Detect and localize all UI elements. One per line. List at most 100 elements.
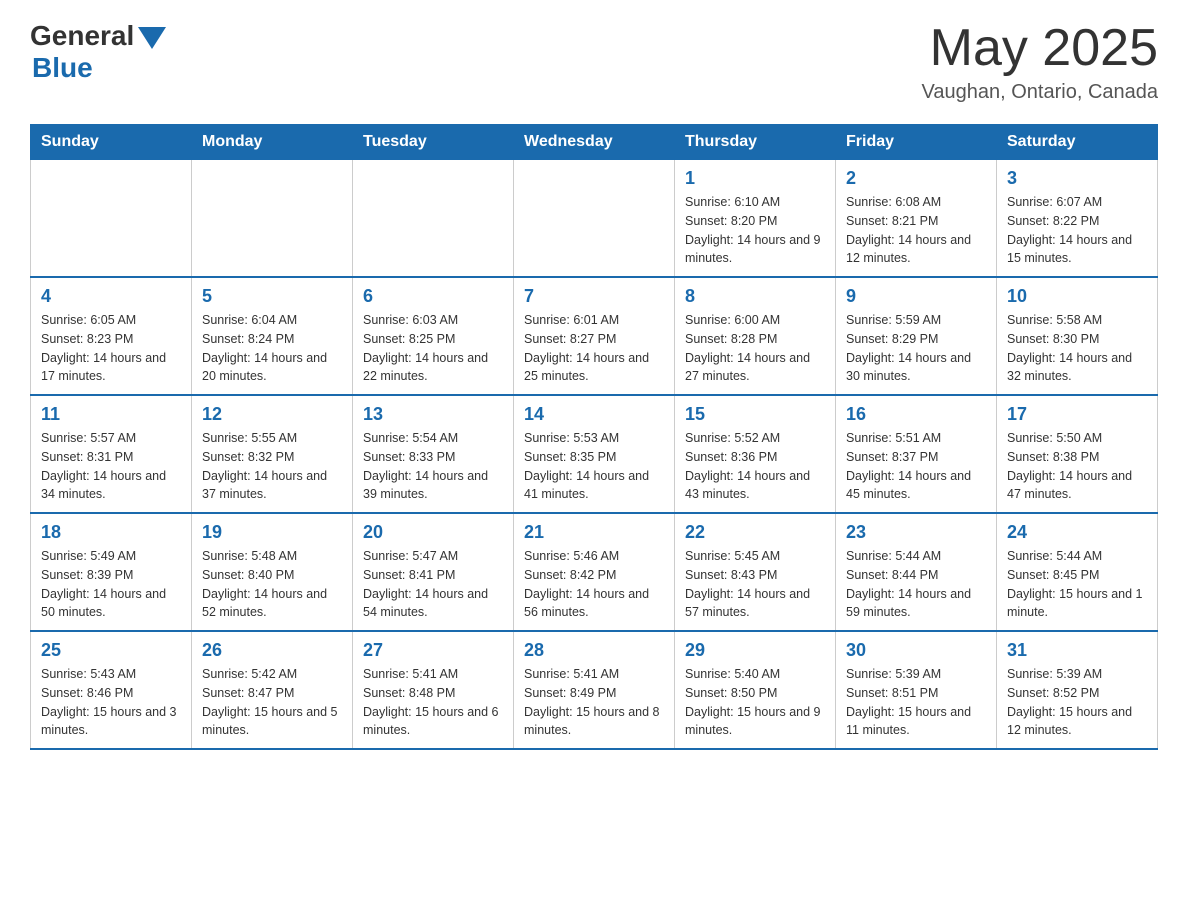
calendar-cell [192,160,353,278]
day-info: Sunrise: 6:10 AMSunset: 8:20 PMDaylight:… [685,193,825,268]
calendar-cell: 27 Sunrise: 5:41 AMSunset: 8:48 PMDayligh… [353,631,514,749]
calendar-cell: 7 Sunrise: 6:01 AMSunset: 8:27 PMDaylight… [514,277,675,395]
day-info: Sunrise: 5:42 AMSunset: 8:47 PMDaylight:… [202,665,342,740]
calendar-cell: 29Sunrise: 5:40 AMSunset: 8:50 PMDayligh… [675,631,836,749]
day-info: Sunrise: 6:01 AMSunset: 8:27 PMDaylight:… [524,311,664,386]
day-of-week-friday: Friday [836,125,997,160]
day-number: 28 [524,640,664,661]
calendar-cell: 22Sunrise: 5:45 AMSunset: 8:43 PMDayligh… [675,513,836,631]
day-of-week-monday: Monday [192,125,353,160]
day-number: 5 [202,286,342,307]
calendar-cell: 20 Sunrise: 5:47 AMSunset: 8:41 PMDayligh… [353,513,514,631]
day-info: Sunrise: 6:00 AMSunset: 8:28 PMDaylight:… [685,311,825,386]
calendar-cell: 21Sunrise: 5:46 AMSunset: 8:42 PMDayligh… [514,513,675,631]
calendar-cell: 10Sunrise: 5:58 AMSunset: 8:30 PMDayligh… [997,277,1158,395]
day-number: 27 [363,640,503,661]
calendar-cell: 11 Sunrise: 5:57 AMSunset: 8:31 PMDayligh… [31,395,192,513]
day-info: Sunrise: 5:43 AMSunset: 8:46 PMDaylight:… [41,665,181,740]
calendar-cell: 1Sunrise: 6:10 AMSunset: 8:20 PMDaylight… [675,160,836,278]
day-info: Sunrise: 5:57 AMSunset: 8:31 PMDaylight:… [41,429,181,504]
day-number: 8 [685,286,825,307]
calendar-cell [353,160,514,278]
calendar-cell: 30Sunrise: 5:39 AMSunset: 8:51 PMDayligh… [836,631,997,749]
day-info: Sunrise: 5:48 AMSunset: 8:40 PMDaylight:… [202,547,342,622]
day-of-week-sunday: Sunday [31,125,192,160]
day-info: Sunrise: 6:03 AMSunset: 8:25 PMDaylight:… [363,311,503,386]
day-of-week-tuesday: Tuesday [353,125,514,160]
day-of-week-thursday: Thursday [675,125,836,160]
day-number: 4 [41,286,181,307]
calendar-cell: 28 Sunrise: 5:41 AMSunset: 8:49 PMDayligh… [514,631,675,749]
calendar-cell: 13 Sunrise: 5:54 AMSunset: 8:33 PMDayligh… [353,395,514,513]
calendar-cell: 23 Sunrise: 5:44 AMSunset: 8:44 PMDayligh… [836,513,997,631]
day-number: 7 [524,286,664,307]
calendar-cell [31,160,192,278]
day-number: 13 [363,404,503,425]
calendar-cell: 2Sunrise: 6:08 AMSunset: 8:21 PMDaylight… [836,160,997,278]
logo-triangle-icon [138,27,166,49]
calendar-cell: 31Sunrise: 5:39 AMSunset: 8:52 PMDayligh… [997,631,1158,749]
day-number: 18 [41,522,181,543]
week-row-5: 25 Sunrise: 5:43 AMSunset: 8:46 PMDayligh… [31,631,1158,749]
day-number: 20 [363,522,503,543]
day-number: 9 [846,286,986,307]
day-number: 24 [1007,522,1147,543]
calendar-cell: 5 Sunrise: 6:04 AMSunset: 8:24 PMDaylight… [192,277,353,395]
day-info: Sunrise: 5:53 AMSunset: 8:35 PMDaylight:… [524,429,664,504]
day-info: Sunrise: 5:47 AMSunset: 8:41 PMDaylight:… [363,547,503,622]
day-info: Sunrise: 5:44 AMSunset: 8:45 PMDaylight:… [1007,547,1147,622]
calendar-cell: 14Sunrise: 5:53 AMSunset: 8:35 PMDayligh… [514,395,675,513]
calendar-cell: 26 Sunrise: 5:42 AMSunset: 8:47 PMDayligh… [192,631,353,749]
calendar-header: SundayMondayTuesdayWednesdayThursdayFrid… [31,125,1158,160]
day-number: 31 [1007,640,1147,661]
day-number: 21 [524,522,664,543]
day-number: 30 [846,640,986,661]
week-row-4: 18 Sunrise: 5:49 AMSunset: 8:39 PMDayligh… [31,513,1158,631]
logo-general-text: General [30,20,134,52]
day-number: 23 [846,522,986,543]
logo-blue-text: Blue [32,52,93,84]
day-info: Sunrise: 5:41 AMSunset: 8:48 PMDaylight:… [363,665,503,740]
calendar-cell: 16 Sunrise: 5:51 AMSunset: 8:37 PMDayligh… [836,395,997,513]
calendar-cell: 17Sunrise: 5:50 AMSunset: 8:38 PMDayligh… [997,395,1158,513]
calendar-cell: 24 Sunrise: 5:44 AMSunset: 8:45 PMDayligh… [997,513,1158,631]
day-number: 16 [846,404,986,425]
month-year-title: May 2025 [922,20,1158,77]
day-number: 25 [41,640,181,661]
day-info: Sunrise: 5:51 AMSunset: 8:37 PMDaylight:… [846,429,986,504]
day-info: Sunrise: 5:49 AMSunset: 8:39 PMDaylight:… [41,547,181,622]
calendar-cell: 9 Sunrise: 5:59 AMSunset: 8:29 PMDaylight… [836,277,997,395]
day-number: 22 [685,522,825,543]
calendar-table: SundayMondayTuesdayWednesdayThursdayFrid… [30,124,1158,750]
day-info: Sunrise: 5:52 AMSunset: 8:36 PMDaylight:… [685,429,825,504]
day-number: 15 [685,404,825,425]
week-row-3: 11 Sunrise: 5:57 AMSunset: 8:31 PMDayligh… [31,395,1158,513]
day-info: Sunrise: 6:04 AMSunset: 8:24 PMDaylight:… [202,311,342,386]
location-subtitle: Vaughan, Ontario, Canada [922,81,1158,104]
day-number: 3 [1007,168,1147,189]
calendar-cell [514,160,675,278]
page-header: General Blue May 2025 Vaughan, Ontario, … [30,20,1158,104]
calendar-cell: 6 Sunrise: 6:03 AMSunset: 8:25 PMDaylight… [353,277,514,395]
day-number: 2 [846,168,986,189]
day-number: 26 [202,640,342,661]
day-info: Sunrise: 6:05 AMSunset: 8:23 PMDaylight:… [41,311,181,386]
calendar-cell: 18 Sunrise: 5:49 AMSunset: 8:39 PMDayligh… [31,513,192,631]
calendar-cell: 15 Sunrise: 5:52 AMSunset: 8:36 PMDayligh… [675,395,836,513]
title-block: May 2025 Vaughan, Ontario, Canada [922,20,1158,104]
day-info: Sunrise: 5:55 AMSunset: 8:32 PMDaylight:… [202,429,342,504]
logo: General Blue [30,20,166,84]
day-of-week-saturday: Saturday [997,125,1158,160]
calendar-cell: 8 Sunrise: 6:00 AMSunset: 8:28 PMDaylight… [675,277,836,395]
day-info: Sunrise: 5:59 AMSunset: 8:29 PMDaylight:… [846,311,986,386]
day-number: 11 [41,404,181,425]
day-info: Sunrise: 5:41 AMSunset: 8:49 PMDaylight:… [524,665,664,740]
day-number: 6 [363,286,503,307]
calendar-cell: 19 Sunrise: 5:48 AMSunset: 8:40 PMDayligh… [192,513,353,631]
day-info: Sunrise: 6:07 AMSunset: 8:22 PMDaylight:… [1007,193,1147,268]
day-number: 19 [202,522,342,543]
day-info: Sunrise: 5:44 AMSunset: 8:44 PMDaylight:… [846,547,986,622]
calendar-cell: 12Sunrise: 5:55 AMSunset: 8:32 PMDayligh… [192,395,353,513]
day-info: Sunrise: 5:54 AMSunset: 8:33 PMDaylight:… [363,429,503,504]
day-number: 10 [1007,286,1147,307]
